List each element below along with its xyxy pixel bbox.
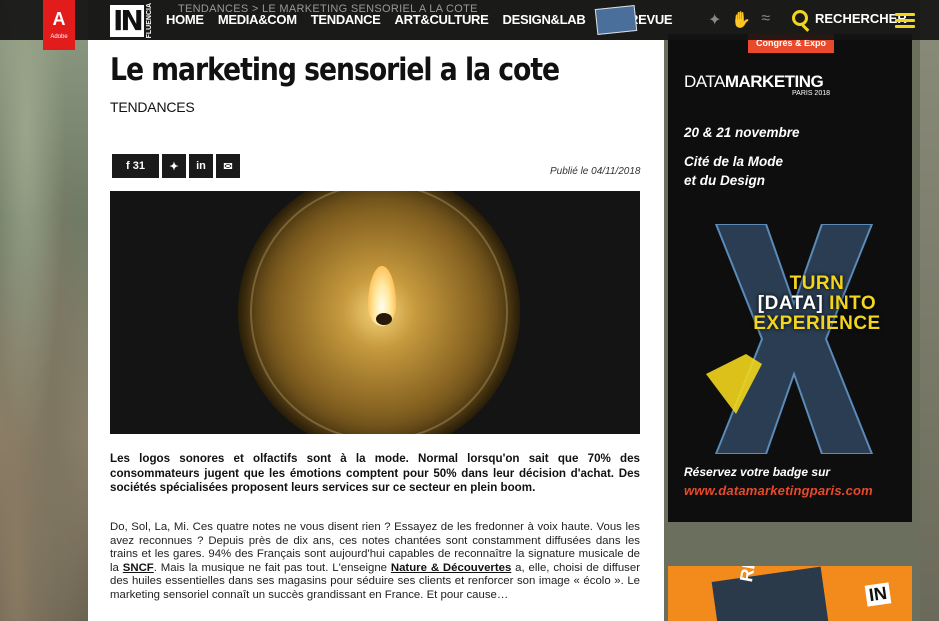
ad-url[interactable]: www.datamarketingparis.com bbox=[684, 483, 873, 498]
facebook-share-button[interactable]: f 31 bbox=[112, 154, 159, 178]
adobe-label: Adobe bbox=[50, 34, 68, 40]
link-sncf[interactable]: SNCF bbox=[123, 562, 154, 574]
linkedin-icon: in bbox=[196, 160, 206, 172]
page-background-texture bbox=[0, 0, 88, 621]
menu-icon[interactable] bbox=[895, 13, 915, 31]
twitter-icon[interactable]: ✦ bbox=[708, 10, 721, 30]
linkedin-share-button[interactable]: in bbox=[189, 154, 213, 178]
search-icon bbox=[792, 10, 808, 26]
email-share-button[interactable]: ✉ bbox=[216, 154, 240, 178]
link-nature-decouvertes[interactable]: Nature & Découvertes bbox=[391, 562, 511, 574]
site-logo[interactable]: IN FLUENCIA bbox=[110, 3, 153, 39]
facebook-icon: f bbox=[126, 160, 133, 172]
magazine-cover bbox=[711, 566, 831, 621]
nav-item-art-culture[interactable]: ART&CULTURE bbox=[395, 12, 489, 27]
like-icon[interactable]: ✋ bbox=[731, 10, 751, 30]
search-label: RECHERCHER bbox=[815, 10, 907, 26]
datamarketing-ad[interactable]: Congrès & Expo DATAMARKETING PARIS 2018 … bbox=[668, 34, 912, 522]
ad-brand: DATAMARKETING bbox=[684, 72, 824, 91]
revue-ad-logo: IN bbox=[864, 582, 892, 607]
article-container: Le marketing sensoriel a la cote TENDANC… bbox=[88, 40, 664, 621]
article-body: Do, Sol, La, Mi. Ces quatre notes ne vou… bbox=[110, 521, 640, 601]
logo-subtext: FLUENCIA bbox=[145, 3, 153, 39]
share-bar: f 31 ✦ in ✉ bbox=[112, 154, 240, 178]
twitter-share-button[interactable]: ✦ bbox=[162, 154, 186, 178]
rss-icon[interactable]: ≈ bbox=[761, 10, 770, 30]
adobe-logo-icon: A bbox=[52, 9, 66, 29]
ad-x-graphic bbox=[706, 224, 874, 454]
envelope-icon: ✉ bbox=[223, 160, 233, 173]
page-background-texture-right bbox=[920, 0, 939, 621]
ad-cta: Réservez votre badge sur bbox=[684, 465, 831, 479]
ad-venue: Cité de la Mode et du Design bbox=[684, 154, 784, 188]
article-title: Le marketing sensoriel a la cote bbox=[110, 52, 560, 88]
ad-tagline: TURN [DATA] INTO EXPERIENCE bbox=[753, 273, 881, 334]
nav-item-design-lab[interactable]: DESIGN&LAB bbox=[503, 12, 586, 27]
nav-item-media-com[interactable]: MEDIA&COM bbox=[218, 12, 297, 27]
hero-image-candle bbox=[110, 191, 640, 434]
article-lead: Les logos sonores et olfactifs sont à la… bbox=[110, 452, 640, 494]
magazine-cover-icon[interactable] bbox=[594, 4, 638, 36]
share-count: 31 bbox=[132, 160, 145, 172]
twitter-icon: ✦ bbox=[169, 160, 179, 173]
search-button[interactable]: RECHERCHER bbox=[792, 10, 907, 26]
social-links: ✦ ✋ ≈ bbox=[708, 10, 770, 30]
adobe-ad-badge[interactable]: A Adobe bbox=[43, 0, 75, 50]
logo-mark: IN bbox=[110, 5, 144, 37]
nav-item-tendance[interactable]: TENDANCE bbox=[311, 12, 381, 27]
revue-ad[interactable]: RIES IN bbox=[668, 566, 912, 621]
ad-dates: 20 & 21 novembre bbox=[684, 125, 800, 140]
publish-date: Publié le 04/11/2018 bbox=[550, 166, 641, 177]
article-category[interactable]: TENDANCES bbox=[110, 99, 195, 115]
ad-city: PARIS 2018 bbox=[792, 90, 831, 97]
nav-item-home[interactable]: HOME bbox=[166, 12, 204, 27]
